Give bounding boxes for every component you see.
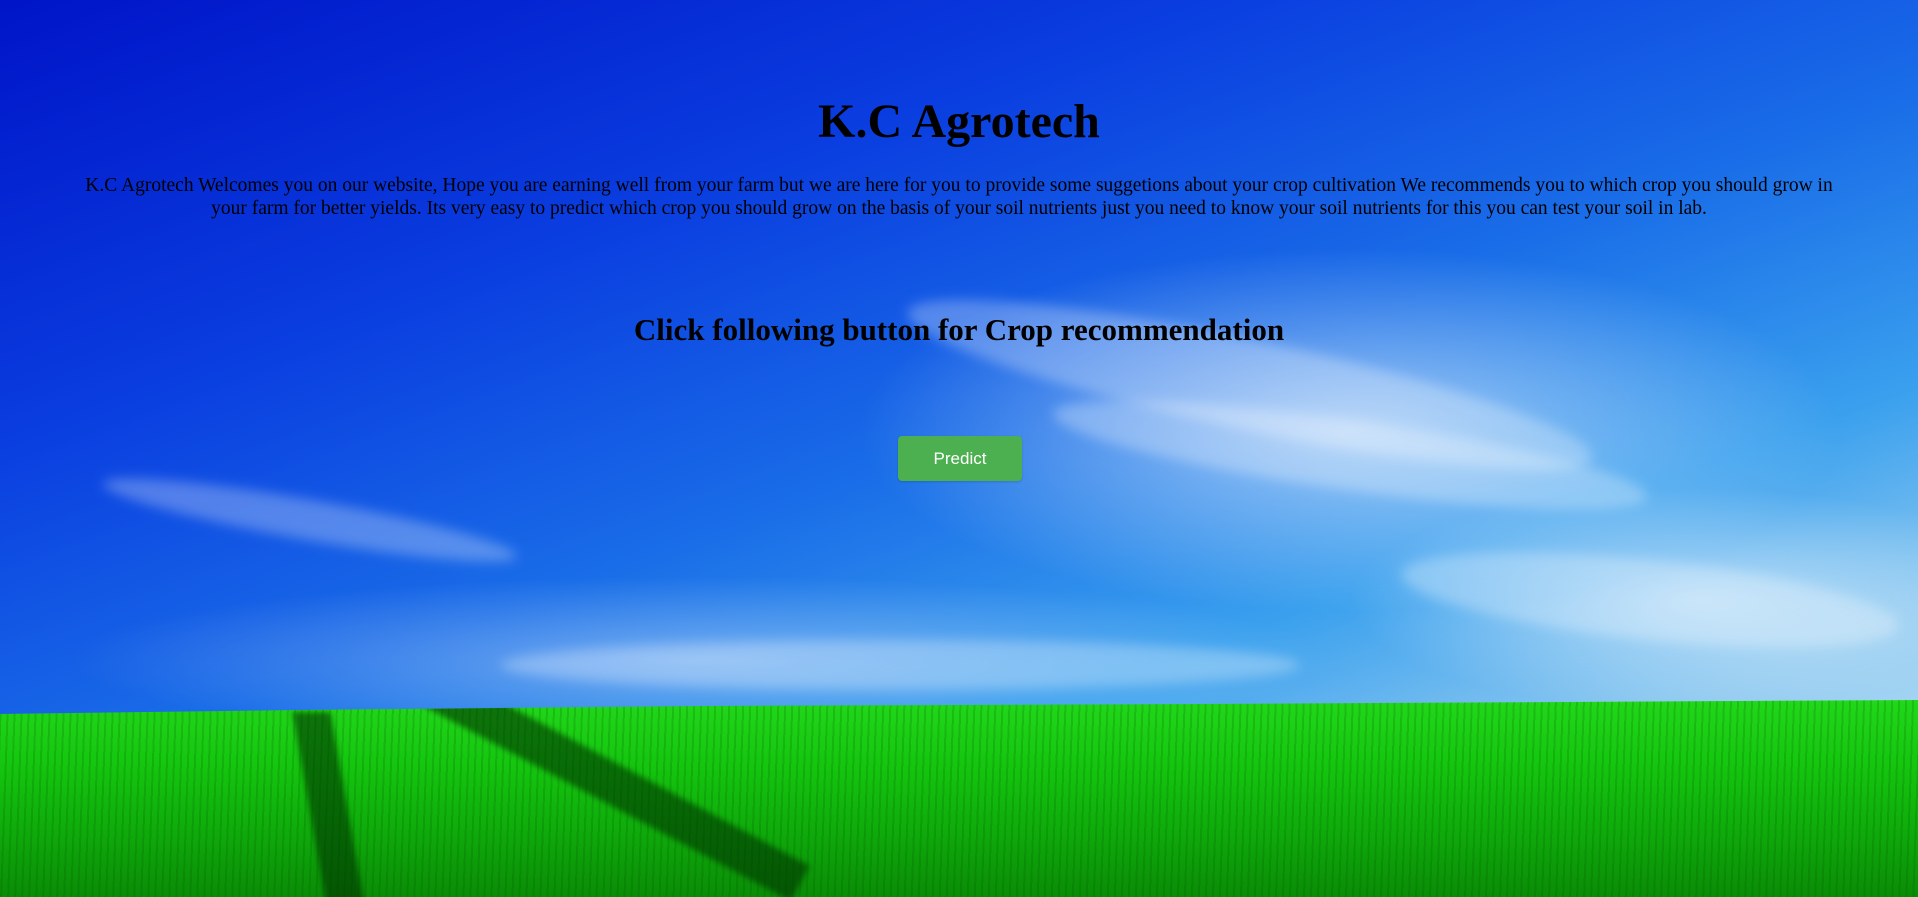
section-heading: Click following button for Crop recommen… [633,312,1285,347]
cloud-wisp [500,640,1300,690]
grass-field [0,700,1918,897]
page-title: K.C Agrotech [818,95,1100,148]
intro-paragraph: K.C Agrotech Welcomes you on our website… [85,175,1833,219]
field-track-left [292,712,366,897]
predict-button[interactable]: Predict [898,436,1022,481]
